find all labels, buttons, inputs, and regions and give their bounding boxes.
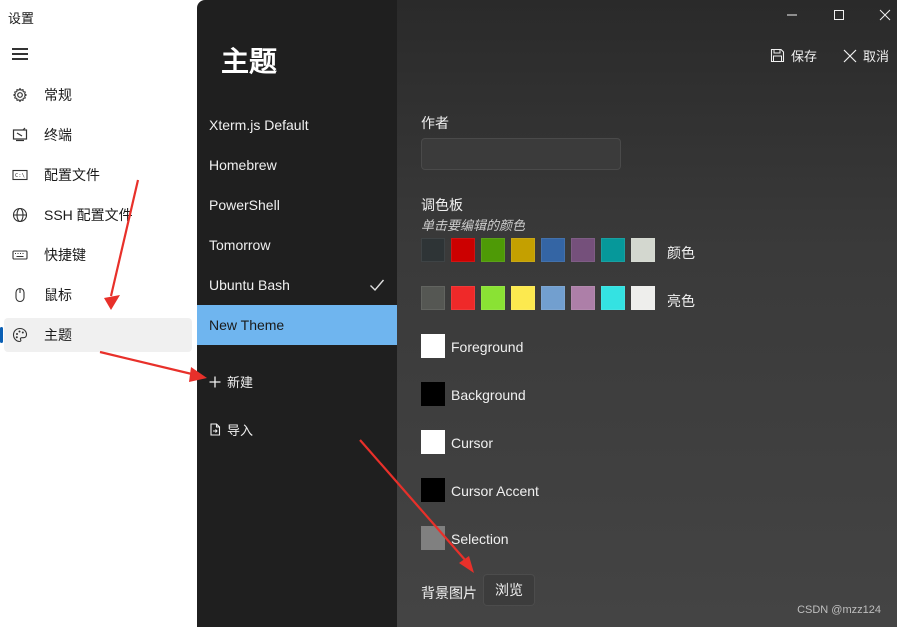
normal-color-swatch-1[interactable] bbox=[451, 238, 475, 262]
normal-colors-label: 颜色 bbox=[667, 245, 695, 261]
minimize-icon bbox=[787, 14, 797, 16]
theme-item-new-theme[interactable]: New Theme bbox=[197, 305, 397, 345]
gear-icon bbox=[13, 87, 27, 103]
minimize-button[interactable] bbox=[777, 4, 807, 26]
bright-color-swatch-0[interactable] bbox=[421, 286, 445, 310]
cursor-accent-color-swatch[interactable] bbox=[421, 478, 445, 502]
cancel-button[interactable]: 取消 bbox=[843, 46, 889, 65]
cursor-label: Cursor bbox=[451, 435, 494, 451]
normal-color-swatch-5[interactable] bbox=[571, 238, 595, 262]
theme-item-label: Homebrew bbox=[209, 157, 277, 173]
selection-color-swatch[interactable] bbox=[421, 526, 445, 550]
watermark-text: CSDN @mzz124 bbox=[797, 604, 881, 616]
background-label: Background bbox=[451, 387, 526, 403]
page-title: 主题 bbox=[221, 46, 278, 77]
save-label: 保存 bbox=[791, 49, 818, 64]
new-theme-button[interactable]: 新建 bbox=[209, 372, 253, 391]
sidebar-item-label: 终端 bbox=[44, 127, 72, 143]
theme-item-homebrew[interactable]: Homebrew bbox=[197, 145, 397, 185]
bright-color-swatch-5[interactable] bbox=[571, 286, 595, 310]
sidebar-item-label: 快捷键 bbox=[44, 247, 86, 263]
author-input[interactable] bbox=[421, 138, 621, 170]
theme-item-xterm-default[interactable]: Xterm.js Default bbox=[197, 105, 397, 145]
globe-icon bbox=[12, 207, 28, 223]
sidebar-item-mouse[interactable]: 鼠标 bbox=[4, 278, 192, 312]
author-label: 作者 bbox=[421, 115, 449, 131]
theme-item-label: Ubuntu Bash bbox=[209, 277, 290, 293]
close-icon bbox=[843, 49, 857, 62]
active-indicator bbox=[0, 327, 3, 343]
sidebar-item-general[interactable]: 常规 bbox=[4, 78, 192, 112]
selection-label: Selection bbox=[451, 531, 509, 547]
foreground-label: Foreground bbox=[451, 339, 524, 355]
bright-color-swatch-3[interactable] bbox=[511, 286, 535, 310]
sidebar-item-label: SSH 配置文件 bbox=[44, 207, 133, 223]
normal-color-swatch-6[interactable] bbox=[601, 238, 625, 262]
sidebar-item-label: 主题 bbox=[44, 327, 72, 343]
bright-colors-label: 亮色 bbox=[667, 293, 695, 309]
import-theme-label: 导入 bbox=[227, 423, 254, 438]
maximize-button[interactable] bbox=[824, 4, 854, 26]
sidebar-item-terminal[interactable]: 终端 bbox=[4, 118, 192, 152]
sidebar-item-ssh-profiles[interactable]: SSH 配置文件 bbox=[4, 198, 192, 232]
close-window-button[interactable] bbox=[870, 4, 897, 26]
sidebar-item-label: 常规 bbox=[44, 87, 72, 103]
terminal-icon bbox=[12, 127, 28, 142]
checkmark-icon bbox=[370, 279, 385, 292]
hamburger-menu-icon[interactable] bbox=[12, 48, 28, 60]
palette-label: 调色板 bbox=[421, 197, 463, 213]
keyboard-icon bbox=[12, 250, 28, 260]
theme-editor-panel: 保存 取消 作者 调色板 单击要编辑的颜色 颜色 亮色 Foreground B… bbox=[397, 0, 897, 627]
cursor-color-swatch[interactable] bbox=[421, 430, 445, 454]
bright-color-swatch-2[interactable] bbox=[481, 286, 505, 310]
normal-color-swatch-4[interactable] bbox=[541, 238, 565, 262]
sidebar-item-shortcuts[interactable]: 快捷键 bbox=[4, 238, 192, 272]
import-file-icon bbox=[210, 423, 221, 436]
maximize-icon bbox=[834, 10, 844, 20]
background-image-label: 背景图片 bbox=[421, 585, 477, 601]
theme-item-label: New Theme bbox=[209, 317, 285, 333]
normal-color-swatch-0[interactable] bbox=[421, 238, 445, 262]
normal-color-swatch-7[interactable] bbox=[631, 238, 655, 262]
theme-list-panel: 主题 Xterm.js Default Homebrew PowerShell … bbox=[197, 0, 397, 627]
app-title: 设置 bbox=[8, 11, 35, 26]
theme-item-tomorrow[interactable]: Tomorrow bbox=[197, 225, 397, 265]
theme-item-label: Xterm.js Default bbox=[209, 117, 309, 133]
save-icon bbox=[770, 48, 785, 63]
cancel-label: 取消 bbox=[863, 49, 890, 64]
palette-icon bbox=[12, 327, 28, 343]
sidebar-item-themes[interactable]: 主题 bbox=[0, 318, 192, 352]
foreground-color-swatch[interactable] bbox=[421, 334, 445, 358]
plus-icon bbox=[209, 376, 221, 387]
close-icon bbox=[879, 9, 891, 21]
cursor-accent-label: Cursor Accent bbox=[451, 483, 539, 499]
sidebar-item-label: 鼠标 bbox=[44, 287, 72, 303]
browse-button[interactable]: 浏览 bbox=[483, 574, 535, 606]
bright-color-swatch-6[interactable] bbox=[601, 286, 625, 310]
background-color-swatch[interactable] bbox=[421, 382, 445, 406]
normal-color-swatch-3[interactable] bbox=[511, 238, 535, 262]
bright-color-swatch-4[interactable] bbox=[541, 286, 565, 310]
profile-icon: C:\ bbox=[12, 169, 28, 181]
save-button[interactable]: 保存 bbox=[770, 46, 817, 65]
settings-sidebar: 设置 常规 终端 C:\ 配置文件 SSH 配置文件 快捷键 鼠标 主题 bbox=[0, 0, 197, 627]
new-theme-label: 新建 bbox=[227, 375, 254, 390]
svg-text:C:\: C:\ bbox=[15, 173, 25, 179]
bright-color-swatch-7[interactable] bbox=[631, 286, 655, 310]
theme-item-label: Tomorrow bbox=[209, 237, 271, 253]
palette-hint: 单击要编辑的颜色 bbox=[421, 218, 526, 233]
bright-color-swatch-1[interactable] bbox=[451, 286, 475, 310]
theme-item-ubuntu-bash[interactable]: Ubuntu Bash bbox=[197, 265, 397, 305]
theme-item-powershell[interactable]: PowerShell bbox=[197, 185, 397, 225]
sidebar-item-profiles[interactable]: C:\ 配置文件 bbox=[4, 158, 192, 192]
normal-color-swatch-2[interactable] bbox=[481, 238, 505, 262]
import-theme-button[interactable]: 导入 bbox=[209, 420, 253, 439]
mouse-icon bbox=[15, 287, 25, 303]
sidebar-item-label: 配置文件 bbox=[44, 167, 100, 183]
theme-item-label: PowerShell bbox=[209, 197, 280, 213]
